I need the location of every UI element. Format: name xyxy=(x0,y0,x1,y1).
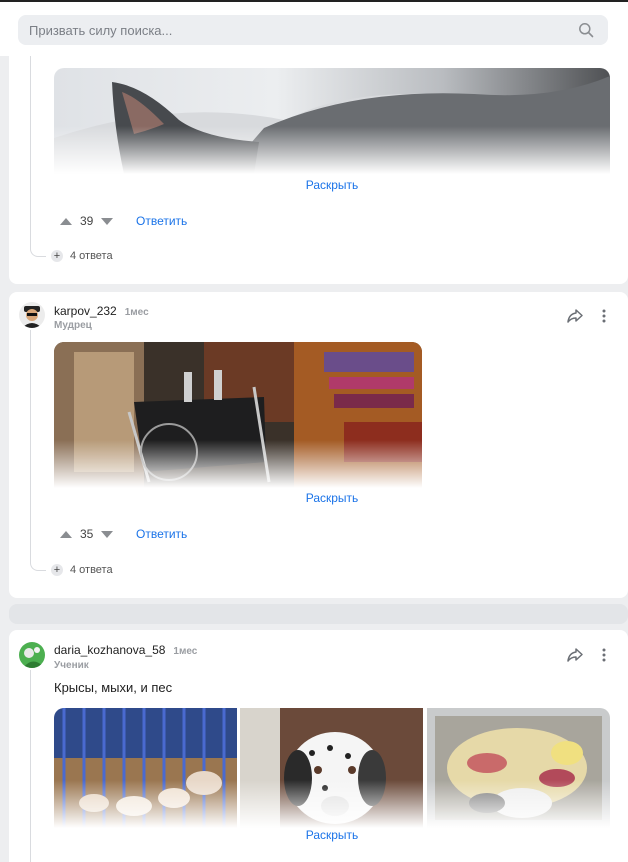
reply-button[interactable]: Ответить xyxy=(136,527,187,541)
feed-divider xyxy=(9,604,628,624)
author-row: daria_kozhanova_58 1мес xyxy=(54,643,197,657)
upvote-icon[interactable] xyxy=(60,530,72,538)
timestamp: 1мес xyxy=(173,646,198,657)
thread-branch xyxy=(30,247,46,257)
username[interactable]: daria_kozhanova_58 xyxy=(54,643,165,657)
replies-count-label: 4 ответа xyxy=(70,564,113,576)
share-icon[interactable] xyxy=(566,647,584,663)
comment-card: karpov_232 1мес Мудрец Раскрыть 35 Ответ… xyxy=(9,292,628,598)
expand-button[interactable]: Раскрыть xyxy=(306,491,359,505)
thread-line xyxy=(30,670,31,862)
header xyxy=(0,2,628,56)
image-fade-overlay xyxy=(427,780,610,828)
expand-button[interactable]: Раскрыть xyxy=(306,178,359,192)
search-bar[interactable] xyxy=(18,15,608,45)
share-icon[interactable] xyxy=(566,308,584,324)
reply-button[interactable]: Ответить xyxy=(136,214,187,228)
thread-branch xyxy=(30,561,46,571)
upvote-icon[interactable] xyxy=(60,217,72,225)
vote-count: 39 xyxy=(80,214,94,228)
search-icon[interactable] xyxy=(578,22,594,38)
comment-image-mice[interactable] xyxy=(427,708,610,828)
show-replies-button[interactable]: + 4 ответа xyxy=(51,250,113,262)
image-fade-overlay xyxy=(54,126,610,174)
image-fade-overlay xyxy=(54,780,237,828)
comment-card: daria_kozhanova_58 1мес Ученик Крысы, мы… xyxy=(9,630,628,862)
image-fade-overlay xyxy=(54,440,422,488)
downvote-icon[interactable] xyxy=(101,530,114,538)
user-rank: Мудрец xyxy=(54,320,92,331)
comment-image-dog[interactable] xyxy=(240,708,423,828)
plus-icon: + xyxy=(51,250,63,262)
vote-count: 35 xyxy=(80,527,94,541)
show-replies-button[interactable]: + 4 ответа xyxy=(51,564,113,576)
more-vertical-icon[interactable] xyxy=(601,647,607,663)
downvote-icon[interactable] xyxy=(101,217,114,225)
timestamp: 1мес xyxy=(124,307,149,318)
user-rank: Ученик xyxy=(54,660,89,671)
more-vertical-icon[interactable] xyxy=(601,308,607,324)
replies-count-label: 4 ответа xyxy=(70,250,113,262)
search-input[interactable] xyxy=(18,15,558,45)
thread-line xyxy=(30,330,31,562)
username[interactable]: karpov_232 xyxy=(54,304,117,318)
comment-image-rats[interactable] xyxy=(54,708,237,828)
image-fade-overlay xyxy=(240,780,423,828)
plus-icon: + xyxy=(51,564,63,576)
author-row: karpov_232 1мес xyxy=(54,304,149,318)
vote-controls: 35 xyxy=(60,524,114,544)
vote-controls: 39 xyxy=(60,211,114,231)
comment-image-cat[interactable] xyxy=(54,68,610,174)
avatar[interactable] xyxy=(19,642,45,668)
comment-card: Раскрыть 39 Ответить + 4 ответа xyxy=(9,56,628,284)
thread-line xyxy=(30,56,31,248)
comment-image-wheelchair[interactable] xyxy=(54,342,422,488)
avatar[interactable] xyxy=(19,302,45,328)
expand-button[interactable]: Раскрыть xyxy=(306,828,359,842)
comment-text: Крысы, мыхи, и пес xyxy=(54,680,173,695)
